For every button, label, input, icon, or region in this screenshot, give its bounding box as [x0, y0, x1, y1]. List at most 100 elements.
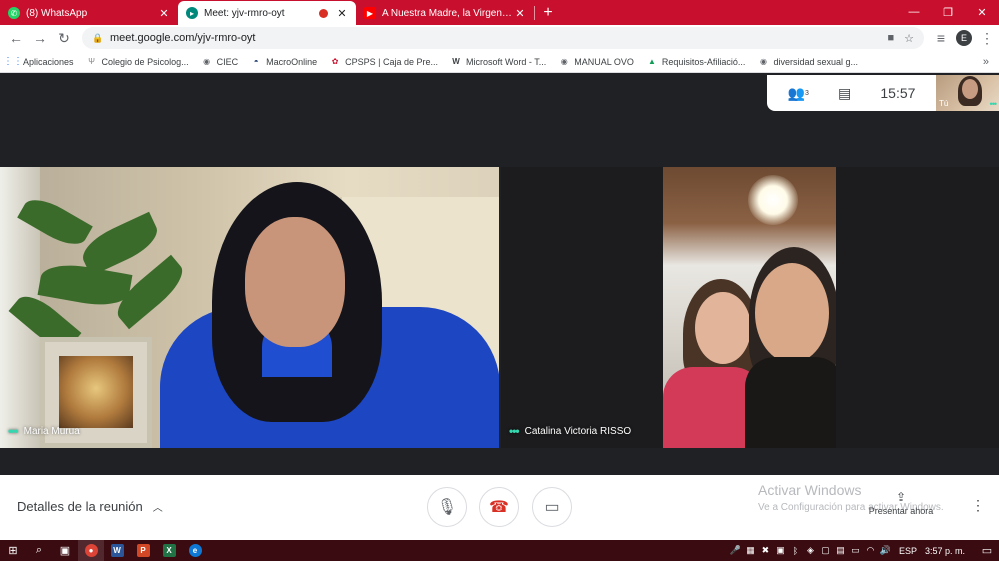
chat-icon[interactable]: ▤ [838, 85, 851, 102]
bookmark-manual-ovo[interactable]: ◉ MANUAL OVO [559, 57, 634, 67]
colegio-icon: Ψ [88, 57, 95, 66]
taskbar-clock[interactable]: 3:57 p. m. [925, 546, 965, 556]
participant-tile-catalina[interactable]: ••• Catalina Victoria RISSO [501, 167, 999, 448]
apps-grid-icon: ⋮⋮ [3, 56, 23, 67]
forward-button[interactable]: → [28, 26, 52, 50]
notifications-icon[interactable]: ▭ [975, 544, 999, 557]
recording-indicator-icon [319, 8, 328, 18]
powerpoint-icon: P [136, 544, 150, 557]
tools-tray-icon[interactable]: ✖ [758, 545, 773, 556]
volume-icon[interactable]: 🔊 [878, 545, 893, 556]
plant-leaf [37, 259, 133, 311]
self-face [962, 79, 978, 99]
self-label: Tú [939, 99, 949, 108]
bookmark-apps[interactable]: ⋮⋮ Aplicaciones [3, 56, 74, 67]
close-tab-icon[interactable]: ✕ [336, 7, 348, 20]
word-icon: W [110, 544, 124, 557]
self-more-options-icon[interactable]: ••• [990, 99, 998, 109]
more-bookmarks-button[interactable]: » [983, 56, 989, 68]
tab-label: Meet: yjv-rmro-oyt [204, 7, 285, 19]
speaking-indicator-icon: ••• [8, 424, 19, 438]
window-controls: — ❐ ✕ [897, 0, 999, 24]
meeting-details-label: Detalles de la reunión [17, 499, 143, 514]
app-tray-icon[interactable]: ▤ [833, 545, 848, 556]
bookmark-cpsps[interactable]: ✿ CPSPS | Caja de Pre... [330, 57, 438, 67]
participants-button[interactable]: 👥 3 [788, 85, 809, 102]
close-tab-icon[interactable]: ✕ [514, 7, 526, 20]
bookmark-star-icon[interactable]: ☆ [904, 32, 914, 45]
child-face [695, 292, 751, 364]
end-call-button[interactable]: ☎ [479, 487, 519, 527]
cpsps-icon: ✿ [331, 57, 339, 66]
tab-youtube[interactable]: ▶ A Nuestra Madre, la Virgen del H ✕ [356, 1, 534, 25]
language-indicator[interactable]: ESP [899, 546, 917, 556]
bookmark-colegio[interactable]: Ψ Colegio de Psicolog... [87, 57, 188, 67]
tab-label: (8) WhatsApp [26, 7, 88, 19]
bookmark-diversidad[interactable]: ◉ diversidad sexual g... [758, 57, 858, 67]
framed-picture [59, 356, 133, 428]
more-options-icon[interactable]: ⋮ [971, 497, 985, 514]
browser-menu-icon[interactable]: ⋮ [976, 26, 998, 50]
present-now-button[interactable]: ⇪ Presentar ahora [865, 490, 937, 516]
minimize-button[interactable]: — [897, 0, 931, 24]
bookmark-label: CPSPS | Caja de Pre... [345, 56, 439, 67]
address-bar[interactable]: 🔒 meet.google.com/yjv-rmro-oyt ■ ☆ [82, 27, 924, 49]
bookmark-label: Requisitos-Afiliació... [661, 56, 746, 67]
taskbar-excel[interactable]: X [156, 540, 182, 561]
microphone-tray-icon[interactable]: 🎤 [728, 545, 743, 556]
bluetooth-icon[interactable]: ᛒ [788, 546, 803, 556]
new-tab-button[interactable]: + [535, 1, 561, 25]
bookmark-label: MacroOnline [266, 56, 318, 67]
close-window-button[interactable]: ✕ [965, 0, 999, 24]
bookmark-requisitos[interactable]: ▲ Requisitos-Afiliació... [647, 57, 746, 67]
media-controls-icon[interactable]: ≡ [930, 26, 952, 50]
windows-taskbar: ⊞ ⌕ ▣ ● W P X e 🎤 ▦ ✖ ▣ ᛒ ◈ ▢ ▤ ▭ ◠ 🔊 ES… [0, 540, 999, 561]
tab-meet[interactable]: ▸ Meet: yjv-rmro-oyt ✕ [178, 1, 356, 25]
browser-tab-strip: ✆ (8) WhatsApp ✕ ▸ Meet: yjv-rmro-oyt ✕ … [0, 0, 999, 25]
self-view-tile[interactable]: Tú ••• [936, 75, 999, 111]
bookmark-ciec[interactable]: ◉ CIEC [202, 56, 239, 67]
call-info-panel: 👥 3 ▤ 15:57 [767, 75, 936, 111]
tab-label: A Nuestra Madre, la Virgen del H [382, 7, 514, 19]
bookmark-label: diversidad sexual g... [773, 56, 858, 67]
microphone-button[interactable]: 🎙 [427, 487, 467, 527]
search-icon[interactable]: ⌕ [26, 540, 52, 561]
speaking-indicator-icon: ••• [509, 424, 520, 438]
windows-start-icon[interactable]: ⊞ [0, 540, 26, 561]
app-tray-icon[interactable]: ▦ [743, 545, 758, 556]
reload-button[interactable]: ↻ [52, 26, 76, 50]
camera-indicator-icon[interactable]: ■ [887, 32, 894, 44]
wifi-icon[interactable]: ◠ [863, 545, 878, 556]
close-tab-icon[interactable]: ✕ [158, 7, 170, 20]
restore-button[interactable]: ❐ [931, 0, 965, 24]
participant-name: Catalina Victoria RISSO [524, 425, 632, 437]
app-tray-icon[interactable]: ▢ [818, 545, 833, 556]
back-button[interactable]: ← [4, 26, 28, 50]
bookmarks-bar: ⋮⋮ Aplicaciones Ψ Colegio de Psicolog...… [0, 51, 999, 73]
taskbar-word[interactable]: W [104, 540, 130, 561]
bookmark-word[interactable]: W Microsoft Word - T... [451, 57, 546, 67]
browser-toolbar: ← → ↻ 🔒 meet.google.com/yjv-rmro-oyt ■ ☆… [0, 25, 999, 51]
bookmark-label: CIEC [216, 56, 239, 67]
tab-whatsapp[interactable]: ✆ (8) WhatsApp ✕ [0, 1, 178, 25]
meeting-details-button[interactable]: Detalles de la reunión ︿ [17, 499, 163, 514]
taskbar-chrome[interactable]: ● [78, 540, 104, 561]
camera-button[interactable]: ▭ [532, 487, 572, 527]
taskbar-powerpoint[interactable]: P [130, 540, 156, 561]
google-drive-icon: ▲ [647, 57, 656, 66]
participant-tile-maria[interactable]: ••• Maria Murua [0, 167, 499, 448]
lock-icon: 🔒 [92, 32, 104, 43]
globe-icon: ◉ [759, 57, 767, 66]
taskbar-edge[interactable]: e [182, 540, 208, 561]
profile-avatar[interactable]: E [956, 30, 972, 46]
globe-icon: ◉ [203, 57, 211, 66]
task-view-icon[interactable]: ▣ [52, 540, 78, 561]
excel-icon: X [162, 544, 176, 557]
app-tray-icon[interactable]: ▣ [773, 545, 788, 556]
video-camera-icon: ▭ [544, 499, 560, 516]
battery-icon[interactable]: ▭ [848, 545, 863, 556]
participant-face [245, 217, 345, 347]
bookmark-macroonline[interactable]: ◓ MacroOnline [251, 57, 317, 67]
macro-icon: ◓ [253, 57, 259, 66]
antivirus-icon[interactable]: ◈ [803, 545, 818, 556]
